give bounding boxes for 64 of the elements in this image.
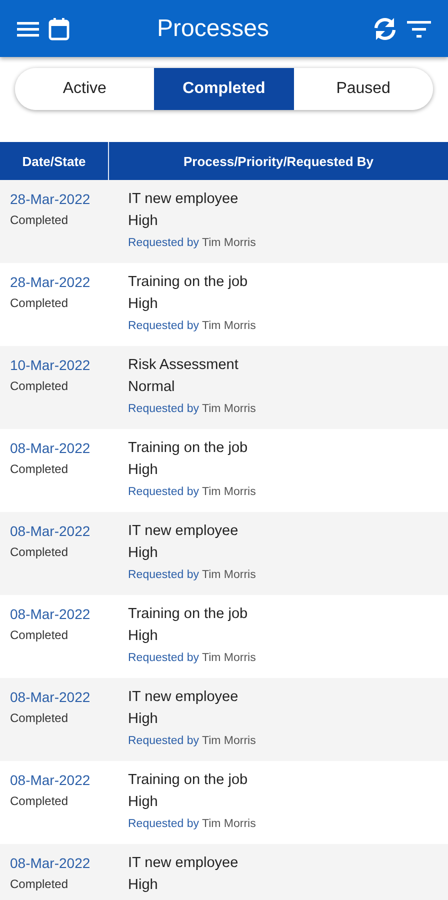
- requested-label: Requested by: [128, 237, 199, 249]
- process-name: IT new employee: [128, 523, 238, 541]
- requester-name: Tim Morris: [202, 486, 256, 498]
- tab[interactable]: Completed: [154, 68, 294, 110]
- priority-text: High: [128, 877, 158, 895]
- requested-label: Requested by: [128, 486, 199, 498]
- requester-name: Tim Morris: [202, 735, 256, 747]
- process-name: IT new employee: [128, 855, 238, 873]
- column-header: Process/Priority/Requested By: [182, 152, 375, 171]
- priority-text: High: [128, 628, 158, 646]
- date-text: 28-Mar-2022: [10, 191, 90, 209]
- priority-text: High: [128, 711, 158, 729]
- refresh-icon[interactable]: [372, 16, 398, 42]
- date-text: 10-Mar-2022: [10, 357, 90, 375]
- screen-title: Processes: [156, 14, 270, 42]
- priority-text: High: [128, 296, 158, 314]
- priority-text: High: [128, 213, 158, 231]
- date-text: 08-Mar-2022: [10, 440, 90, 458]
- requested-label: Requested by: [128, 569, 199, 581]
- process-name: Training on the job: [128, 274, 248, 292]
- state-text: Completed: [10, 877, 68, 891]
- requester-name: Tim Morris: [202, 403, 256, 415]
- requester-name: Tim Morris: [202, 237, 256, 249]
- process-row[interactable]: 08-Mar-2022 Completed IT new employee High: [0, 844, 448, 900]
- state-text: Completed: [10, 379, 68, 393]
- date-text: 28-Mar-2022: [10, 274, 90, 292]
- requested-label: Requested by: [128, 652, 199, 664]
- requester-name: Tim Morris: [202, 818, 256, 830]
- date-text: 08-Mar-2022: [10, 689, 90, 707]
- requester-name: Tim Morris: [202, 320, 256, 332]
- date-text: 08-Mar-2022: [10, 855, 90, 873]
- state-text: Completed: [10, 296, 68, 310]
- state-text: Completed: [10, 462, 68, 476]
- process-row[interactable]: 08-Mar-2022 Completed IT new employee High Requested by Tim Morris: [0, 678, 448, 761]
- tab[interactable]: Paused: [294, 68, 433, 110]
- state-text: Completed: [10, 711, 68, 725]
- process-name: IT new employee: [128, 689, 238, 707]
- process-name: IT new employee: [128, 191, 238, 209]
- priority-text: High: [128, 545, 158, 563]
- process-name: Training on the job: [128, 772, 248, 790]
- process-row[interactable]: 08-Mar-2022 Completed IT new employee High Requested by Tim Morris: [0, 512, 448, 595]
- state-text: Completed: [10, 545, 68, 559]
- date-text: 08-Mar-2022: [10, 772, 90, 790]
- state-text: Completed: [10, 794, 68, 808]
- date-text: 08-Mar-2022: [10, 523, 90, 541]
- calendar-icon[interactable]: [48, 16, 70, 40]
- requester-name: Tim Morris: [202, 569, 256, 581]
- process-name: Training on the job: [128, 440, 248, 458]
- process-name: Training on the job: [128, 606, 248, 624]
- process-row[interactable]: 28-Mar-2022 Completed IT new employee High Requested by Tim Morris: [0, 180, 448, 263]
- process-row[interactable]: 10-Mar-2022 Completed Risk Assessment Normal Requested by Tim Morris: [0, 346, 448, 429]
- requested-label: Requested by: [128, 403, 199, 415]
- state-text: Completed: [10, 213, 68, 227]
- priority-text: High: [128, 462, 158, 480]
- requested-label: Requested by: [128, 735, 199, 747]
- priority-text: Normal: [128, 379, 175, 397]
- process-name: Risk Assessment: [128, 357, 238, 375]
- state-text: Completed: [10, 628, 68, 642]
- tab[interactable]: Active: [15, 68, 154, 110]
- requested-label: Requested by: [128, 818, 199, 830]
- requested-label: Requested by: [128, 320, 199, 332]
- date-text: 08-Mar-2022: [10, 606, 90, 624]
- priority-text: High: [128, 794, 158, 812]
- requester-name: Tim Morris: [202, 652, 256, 664]
